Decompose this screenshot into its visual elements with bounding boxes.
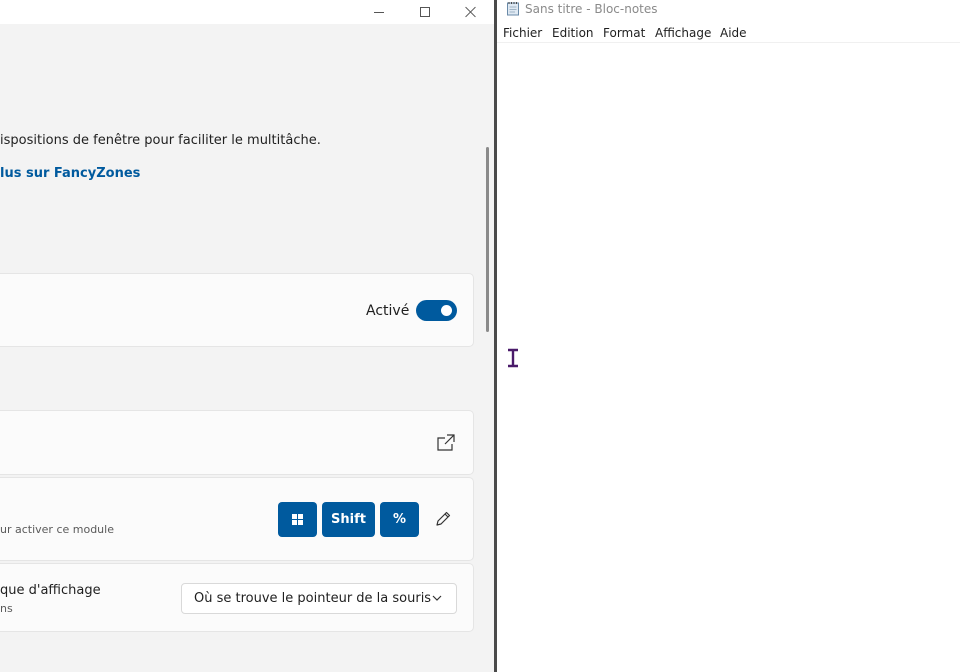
notepad-icon bbox=[507, 2, 519, 16]
toggle-knob bbox=[441, 305, 452, 316]
ibeam-cursor-icon bbox=[508, 348, 518, 368]
display-subtitle: ns bbox=[0, 602, 13, 615]
menu-aide[interactable]: Aide bbox=[720, 26, 747, 40]
menu-fichier[interactable]: Fichier bbox=[503, 26, 542, 40]
enable-card: Activé bbox=[0, 273, 474, 347]
menu-edition[interactable]: Edition bbox=[552, 26, 594, 40]
display-label: que d'affichage bbox=[0, 583, 101, 598]
dropdown-value: Où se trouve le pointeur de la souris bbox=[194, 591, 432, 606]
hotkey-subtitle: ur activer ce module bbox=[0, 523, 114, 536]
settings-window: ispositions de fenêtre pour faciliter le… bbox=[0, 0, 494, 672]
menu-format[interactable]: Format bbox=[603, 26, 645, 40]
display-dropdown[interactable]: Où se trouve le pointeur de la souris bbox=[181, 583, 457, 614]
settings-titlebar bbox=[0, 0, 494, 24]
close-button[interactable] bbox=[448, 0, 494, 24]
hotkey-card: ur activer ce module Shift % bbox=[0, 477, 474, 561]
notepad-text-area[interactable] bbox=[497, 44, 960, 672]
chevron-down-icon bbox=[432, 595, 442, 601]
learn-more-link[interactable]: lus sur FancyZones bbox=[0, 166, 140, 181]
pencil-icon[interactable] bbox=[434, 510, 452, 528]
open-external-icon[interactable] bbox=[436, 434, 456, 452]
notepad-titlebar: Sans titre - Bloc-notes bbox=[497, 0, 960, 20]
minimize-button[interactable] bbox=[356, 0, 402, 24]
scrollbar-thumb[interactable] bbox=[486, 147, 489, 332]
module-description: ispositions de fenêtre pour faciliter le… bbox=[0, 133, 321, 148]
hotkey-key-percent: % bbox=[380, 502, 419, 537]
menu-affichage[interactable]: Affichage bbox=[655, 26, 711, 40]
launch-editor-card[interactable] bbox=[0, 410, 474, 475]
enable-toggle[interactable] bbox=[416, 300, 457, 321]
maximize-icon bbox=[420, 7, 430, 17]
notepad-menubar: Fichier Edition Format Affichage Aide bbox=[497, 24, 960, 43]
hotkey-key-shift: Shift bbox=[322, 502, 375, 537]
hotkey-key-win bbox=[278, 502, 317, 537]
notepad-title: Sans titre - Bloc-notes bbox=[525, 2, 658, 16]
minimize-icon bbox=[374, 11, 384, 13]
display-card: que d'affichage ns Où se trouve le point… bbox=[0, 563, 474, 632]
toggle-status-label: Activé bbox=[366, 303, 410, 319]
notepad-window: Sans titre - Bloc-notes Fichier Edition … bbox=[497, 0, 960, 672]
desktop: ispositions de fenêtre pour faciliter le… bbox=[0, 0, 960, 672]
maximize-button[interactable] bbox=[402, 0, 448, 24]
close-icon bbox=[465, 6, 477, 18]
windows-logo-icon bbox=[292, 514, 303, 525]
